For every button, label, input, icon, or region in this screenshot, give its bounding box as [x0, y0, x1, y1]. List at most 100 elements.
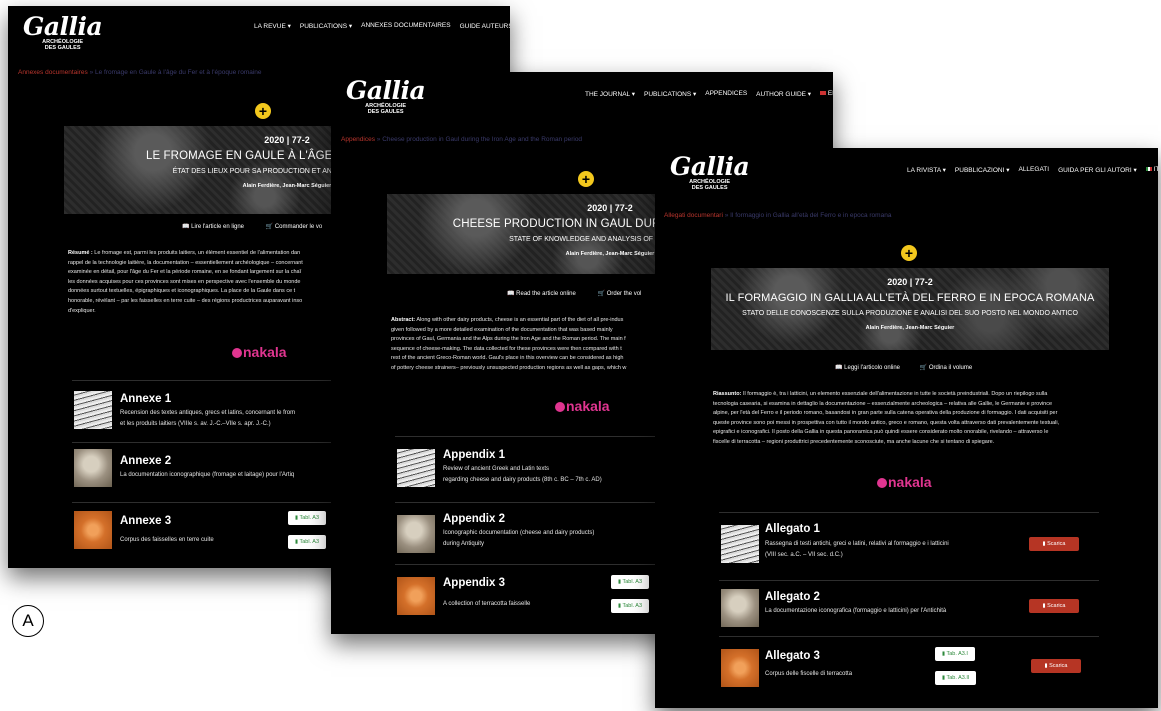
- abstract-label: Résumé :: [68, 250, 93, 256]
- breadcrumb-root-link[interactable]: Annexes documentaires: [18, 69, 88, 76]
- file-icon: ▮: [295, 515, 299, 521]
- annex-thumbnail[interactable]: [74, 511, 112, 549]
- article-authors: Alain Ferdière, Jean-Marc Séguier: [865, 325, 955, 331]
- flag-icon: [1145, 167, 1152, 171]
- nav-item-guide[interactable]: GUIDE AUTEURS ▾: [460, 22, 510, 30]
- plus-icon[interactable]: +: [255, 103, 271, 119]
- allegato-title[interactable]: Allegato 3: [765, 650, 820, 662]
- main-nav: THE JOURNAL ▾ PUBLICATIONS ▾ APPENDICES …: [585, 90, 833, 98]
- nav-item-journal[interactable]: THE JOURNAL ▾: [585, 90, 635, 98]
- read-online-link[interactable]: Leggi l'articolo online: [844, 365, 900, 371]
- breadcrumb-current: » Le fromage en Gaule à l'âge du Fer et …: [89, 69, 262, 76]
- file-icon: ▮: [618, 603, 622, 609]
- nav-item-allegati[interactable]: ALLEGATI: [1018, 166, 1049, 174]
- appendix-title[interactable]: Appendix 1: [443, 449, 505, 461]
- plus-icon[interactable]: +: [578, 171, 594, 187]
- breadcrumb-root-link[interactable]: Appendices: [341, 136, 375, 143]
- table-a3-ii-button[interactable]: ▮ Tab. A3.II: [935, 671, 977, 685]
- nakala-logo[interactable]: nakala: [555, 398, 610, 414]
- breadcrumb: Annexes documentaires » Le fromage en Ga…: [18, 69, 262, 76]
- breadcrumb-root-link[interactable]: Allegati documentari: [664, 212, 723, 219]
- appendix-desc: Review of ancient Greek and Latin texts r…: [443, 466, 602, 483]
- read-online-link[interactable]: Lire l'article en ligne: [191, 224, 244, 230]
- table-a3-i-button[interactable]: ▮ Tab. A3.I: [935, 647, 975, 661]
- allegato-thumbnail[interactable]: [721, 525, 759, 563]
- gallia-logo[interactable]: Gallia ARCHÉOLOGIE DES GAULES: [23, 14, 103, 52]
- cart-icon: 🛒: [919, 365, 928, 371]
- appendix-desc: Iconographic documentation (cheese and d…: [443, 530, 595, 547]
- breadcrumb-current: » Il formaggio in Gallia all'età del Fer…: [724, 212, 892, 219]
- allegato-title[interactable]: Allegato 2: [765, 591, 820, 603]
- nav-item-guida-autori[interactable]: GUIDA PER GLI AUTORI ▾: [1058, 166, 1137, 174]
- table-a3-button[interactable]: ▮ Tabl. A3: [288, 535, 327, 549]
- allegato-desc: La documentazione iconografica (formaggi…: [765, 608, 947, 614]
- table-a3-button[interactable]: ▮ Tabl. A3: [288, 511, 327, 525]
- annex-thumbnail[interactable]: [74, 449, 112, 487]
- main-nav: LA REVUE ▾ PUBLICATIONS ▾ ANNEXES DOCUME…: [254, 22, 510, 30]
- abstract: Riassunto: Il formaggio è, tra i lattici…: [713, 391, 1060, 445]
- allegato-thumbnail[interactable]: [721, 589, 759, 627]
- breadcrumb: Allegati documentari » Il formaggio in G…: [664, 212, 891, 219]
- article-subtitle: STATO DELLE CONOSCENZE SULLA PRODUZIONE …: [742, 310, 1078, 317]
- window-italian: Gallia ARCHÉOLOGIE DES GAULES LA RIVISTA …: [655, 148, 1158, 708]
- list-item: Allegato 1 Rassegna di testi antichi, gr…: [719, 512, 1099, 581]
- appendix-title[interactable]: Appendix 3: [443, 577, 505, 589]
- nav-item-pubblicazioni[interactable]: PUBBLICAZIONI ▾: [955, 166, 1010, 174]
- file-icon: ▮: [295, 539, 299, 545]
- plus-icon[interactable]: +: [901, 245, 917, 261]
- nakala-logo[interactable]: nakala: [232, 344, 287, 360]
- file-icon: ▮: [942, 651, 946, 657]
- annex-title[interactable]: Annexe 2: [120, 455, 171, 467]
- appendix-thumbnail[interactable]: [397, 449, 435, 487]
- file-icon: ▮: [1042, 603, 1046, 609]
- allegato-title[interactable]: Allegato 1: [765, 523, 820, 535]
- book-icon: 📖: [835, 365, 843, 371]
- article-links: 📖 Read the article online 🛒 Order the vo…: [507, 290, 641, 297]
- cart-icon: 🛒: [265, 224, 274, 230]
- abstract-label: Abstract:: [391, 317, 416, 323]
- annex-title[interactable]: Annexe 1: [120, 393, 171, 405]
- appendix-desc: A collection of terracotta faisselle: [443, 601, 531, 607]
- nav-item-annexes[interactable]: ANNEXES DOCUMENTAIRES: [361, 22, 450, 30]
- table-a3-button[interactable]: ▮ Tabl. A3: [611, 575, 650, 589]
- nav-item-publications[interactable]: PUBLICATIONS ▾: [644, 90, 696, 98]
- nav-item-revue[interactable]: LA REVUE ▾: [254, 22, 291, 30]
- nav-item-appendices[interactable]: APPENDICES: [705, 90, 747, 98]
- gallia-logo[interactable]: Gallia ARCHÉOLOGIE DES GAULES: [670, 154, 750, 192]
- nav-item-author-guide[interactable]: AUTHOR GUIDE ▾: [756, 90, 811, 98]
- order-volume-link[interactable]: Order the vol: [607, 291, 642, 297]
- order-volume-link[interactable]: Commander le vo: [275, 224, 322, 230]
- download-button[interactable]: ▮ Scarica: [1029, 599, 1079, 613]
- table-a3-button[interactable]: ▮ Tabl. A3: [611, 599, 650, 613]
- appendix-title[interactable]: Appendix 2: [443, 513, 505, 525]
- annex-thumbnail[interactable]: [74, 391, 112, 429]
- appendix-thumbnail[interactable]: [397, 515, 435, 553]
- abstract-label: Riassunto:: [713, 391, 742, 397]
- article-links: 📖 Leggi l'articolo online 🛒 Ordina il vo…: [835, 364, 972, 371]
- allegato-thumbnail[interactable]: [721, 649, 759, 687]
- nav-item-rivista[interactable]: LA RIVISTA ▾: [907, 166, 946, 174]
- appendix-thumbnail[interactable]: [397, 577, 435, 615]
- nav-item-publications[interactable]: PUBLICATIONS ▾: [300, 22, 352, 30]
- cart-icon: 🛒: [597, 291, 606, 297]
- file-icon: ▮: [942, 675, 946, 681]
- flag-icon: [820, 91, 827, 95]
- order-volume-link[interactable]: Ordina il volume: [929, 365, 972, 371]
- annex-title[interactable]: Annexe 3: [120, 515, 171, 527]
- file-icon: ▮: [1042, 541, 1046, 547]
- list-item: Allegato 3 Corpus delle fiscelle di terr…: [719, 636, 1099, 697]
- gallia-logo[interactable]: Gallia ARCHÉOLOGIE DES GAULES: [346, 78, 426, 116]
- download-button[interactable]: ▮ Scarica: [1031, 659, 1081, 673]
- file-icon: ▮: [1044, 663, 1048, 669]
- nakala-logo[interactable]: nakala: [877, 474, 932, 490]
- download-button[interactable]: ▮ Scarica: [1029, 537, 1079, 551]
- allegato-desc: Rassegna di testi antichi, greci e latin…: [765, 541, 949, 558]
- language-switch[interactable]: IT: [1145, 166, 1158, 174]
- book-icon: 📖: [182, 224, 190, 230]
- annex-desc: Recension des textes antiques, grecs et …: [120, 410, 296, 427]
- breadcrumb-current: » Cheese production in Gaul during the I…: [376, 136, 583, 143]
- article-hero: 2020 | 77-2 IL FORMAGGIO IN GALLIA ALL'E…: [711, 268, 1109, 350]
- read-online-link[interactable]: Read the article online: [516, 291, 576, 297]
- language-switch[interactable]: EN: [820, 90, 833, 98]
- allegato-desc: Corpus delle fiscelle di terracotta: [765, 671, 853, 677]
